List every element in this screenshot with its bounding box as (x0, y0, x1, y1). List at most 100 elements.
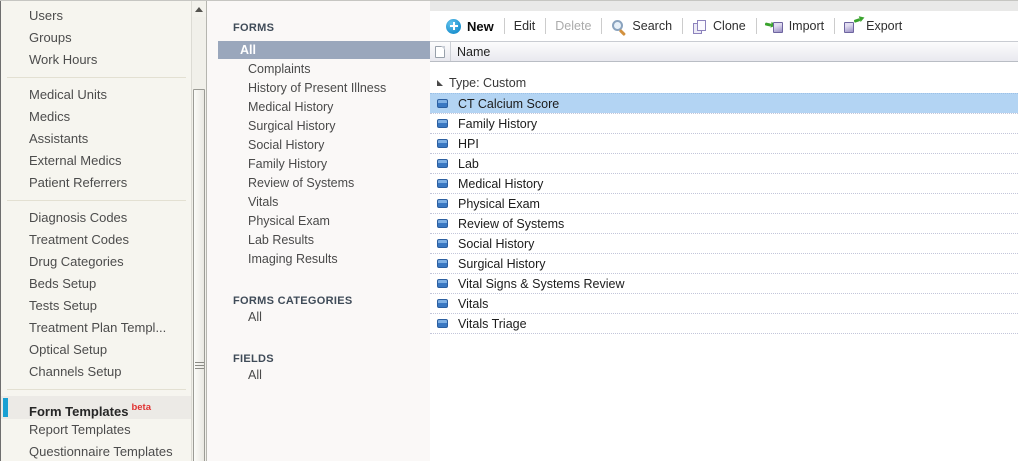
form-icon (437, 279, 448, 288)
search-button[interactable]: Search (602, 19, 682, 34)
filter-item-forms-social-history[interactable]: Social History (207, 136, 430, 155)
sidebar-item-channels-setup[interactable]: Channels Setup (1, 361, 192, 383)
scrollbar-up-button[interactable] (192, 1, 206, 17)
grid-header-name-column[interactable]: Name (451, 45, 490, 59)
sidebar-item-treatment-codes[interactable]: Treatment Codes (1, 229, 192, 251)
sidebar-item-patient-referrers[interactable]: Patient Referrers (1, 172, 192, 194)
filter-item-forms-categories-all[interactable]: All (207, 308, 430, 327)
sidebar-divider (7, 200, 186, 201)
toolbar-button-label: Edit (514, 19, 536, 33)
up-arrow-icon (195, 7, 203, 12)
form-list: CT Calcium ScoreFamily History HPI Lab Medi… (430, 93, 1018, 333)
filter-section-forms: FORMSAllComplaintsHistory of Present Ill… (207, 22, 430, 269)
sidebar-item-beds-setup[interactable]: Beds Setup (1, 273, 192, 295)
sidebar-item-groups[interactable]: Groups (1, 27, 192, 49)
sidebar-item-report-templates[interactable]: Report Templates (1, 419, 192, 441)
form-row-name: Vitals Triage (458, 317, 527, 331)
filter-item-forms-history-of-present-illness[interactable]: History of Present Illness (207, 79, 430, 98)
form-row-ct-calcium-score[interactable]: CT Calcium Score (430, 93, 1018, 113)
search-icon (611, 19, 626, 34)
form-row-lab[interactable]: Lab (430, 153, 1018, 173)
delete-button[interactable]: Delete (546, 19, 601, 33)
export-icon (844, 19, 860, 33)
filter-item-forms-physical-exam[interactable]: Physical Exam (207, 212, 430, 231)
form-icon (437, 139, 448, 148)
sidebar-nav: Users Groups Work Hours Medical Units Medics… (1, 1, 192, 461)
filter-item-forms-vitals[interactable]: Vitals (207, 193, 430, 212)
form-icon (437, 179, 448, 188)
filter-item-forms-all[interactable]: All (218, 41, 430, 59)
form-row-vitals-triage[interactable]: Vitals Triage (430, 313, 1018, 333)
filter-section-fields: FIELDSAll (207, 353, 430, 385)
sidebar-item-label: Treatment Codes (29, 232, 129, 247)
group-label: Type: Custom (449, 76, 526, 90)
form-row-name: HPI (458, 137, 479, 151)
form-icon (437, 119, 448, 128)
sidebar-item-work-hours[interactable]: Work Hours (1, 49, 192, 71)
sidebar-item-tests-setup[interactable]: Tests Setup (1, 295, 192, 317)
sidebar-item-label: Channels Setup (29, 364, 122, 379)
grid-header-icon-cell[interactable] (430, 42, 451, 61)
group-expand-icon[interactable] (437, 80, 443, 86)
sidebar-item-optical-setup[interactable]: Optical Setup (1, 339, 192, 361)
scrollbar-thumb[interactable] (193, 89, 205, 461)
sidebar-item-label: Treatment Plan Templ... (29, 320, 166, 335)
form-row-name: Lab (458, 157, 479, 171)
sidebar-divider (7, 77, 186, 78)
sidebar-item-label: Optical Setup (29, 342, 107, 357)
form-row-vitals[interactable]: Vitals (430, 293, 1018, 313)
sidebar-item-assistants[interactable]: Assistants (1, 128, 192, 150)
toolbar-button-label: Delete (555, 19, 591, 33)
sidebar-item-label: Groups (29, 30, 72, 45)
group-row[interactable]: Type: Custom (430, 73, 1018, 93)
sidebar-item-medical-units[interactable]: Medical Units (1, 84, 192, 106)
filter-item-forms-complaints[interactable]: Complaints (207, 60, 430, 79)
clone-button[interactable]: Clone (683, 19, 756, 33)
form-row-surgical-history[interactable]: Surgical History (430, 253, 1018, 273)
form-row-physical-exam[interactable]: Physical Exam (430, 193, 1018, 213)
filter-section-title: FIELDS (207, 353, 430, 366)
sidebar-item-label: Report Templates (29, 422, 131, 437)
form-row-family-history[interactable]: Family History (430, 113, 1018, 133)
sidebar-item-diagnosis-codes[interactable]: Diagnosis Codes (1, 207, 192, 229)
filter-item-forms-surgical-history[interactable]: Surgical History (207, 117, 430, 136)
sidebar-item-medics[interactable]: Medics (1, 106, 192, 128)
form-row-medical-history[interactable]: Medical History (430, 173, 1018, 193)
filter-item-forms-imaging-results[interactable]: Imaging Results (207, 250, 430, 269)
sidebar-item-label: Patient Referrers (29, 175, 127, 190)
sidebar-scrollbar[interactable] (191, 1, 206, 461)
export-button[interactable]: Export (835, 19, 912, 33)
filter-item-forms-review-of-systems[interactable]: Review of Systems (207, 174, 430, 193)
import-button[interactable]: Import (757, 19, 834, 33)
filter-item-forms-family-history[interactable]: Family History (207, 155, 430, 174)
form-row-social-history[interactable]: Social History (430, 233, 1018, 253)
form-row-name: Vital Signs & Systems Review (458, 277, 625, 291)
filter-item-forms-lab-results[interactable]: Lab Results (207, 231, 430, 250)
form-row-name: Surgical History (458, 257, 546, 271)
filter-item-forms-medical-history[interactable]: Medical History (207, 98, 430, 117)
content-panel: New Edit Delete SearchCloneImportExport Nam… (430, 1, 1018, 461)
sidebar-item-external-medics[interactable]: External Medics (1, 150, 192, 172)
sidebar-item-label: Form Templates (29, 404, 128, 419)
form-icon (437, 259, 448, 268)
form-icon (437, 319, 448, 328)
filter-section-forms-categories: FORMS CATEGORIESAll (207, 295, 430, 327)
form-row-hpi[interactable]: HPI (430, 133, 1018, 153)
form-icon (437, 299, 448, 308)
form-row-vital-signs-systems-review[interactable]: Vital Signs & Systems Review (430, 273, 1018, 293)
form-row-review-of-systems[interactable]: Review of Systems (430, 213, 1018, 233)
filter-section-title: FORMS CATEGORIES (207, 295, 430, 308)
sidebar-item-label: Medics (29, 109, 70, 124)
sidebar-item-treatment-plan-templ[interactable]: Treatment Plan Templ... (1, 317, 192, 339)
sidebar-item-drug-categories[interactable]: Drug Categories (1, 251, 192, 273)
sidebar-item-form-templates[interactable]: Form Templatesbeta (1, 396, 192, 419)
toolbar: New Edit Delete SearchCloneImportExport (430, 11, 1018, 41)
sidebar-item-label: Assistants (29, 131, 88, 146)
edit-button[interactable]: Edit (505, 19, 546, 33)
sidebar-item-questionnaire-templates[interactable]: Questionnaire Templates (1, 441, 192, 461)
filter-item-fields-all[interactable]: All (207, 366, 430, 385)
sidebar-item-label: Users (29, 8, 63, 23)
new-button[interactable]: New (437, 19, 504, 34)
sidebar-item-users[interactable]: Users (1, 5, 192, 27)
toolbar-button-label: New (467, 19, 494, 34)
